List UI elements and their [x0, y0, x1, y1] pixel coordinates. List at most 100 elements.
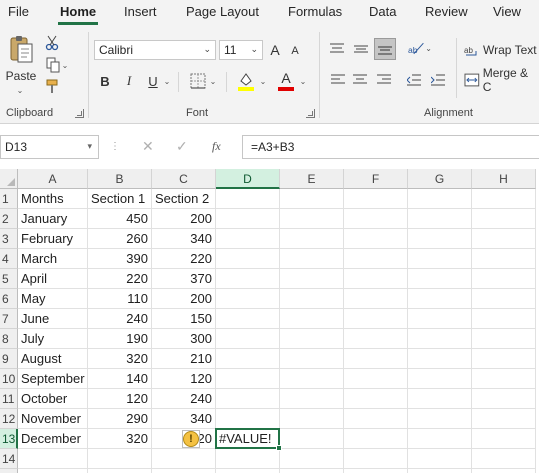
column-header-c[interactable]: C: [152, 169, 216, 189]
chevron-down-icon[interactable]: ⌄: [208, 74, 218, 88]
column-header-b[interactable]: B: [88, 169, 152, 189]
row-header-12[interactable]: 12: [0, 409, 18, 429]
cell-c11[interactable]: 240: [152, 389, 216, 409]
cell-e14[interactable]: [280, 449, 344, 469]
cell-b10[interactable]: 140: [88, 369, 152, 389]
cell-a10[interactable]: September: [18, 369, 88, 389]
tab-formulas[interactable]: Formulas: [288, 4, 342, 19]
row-header-2[interactable]: 2: [0, 209, 18, 229]
cell-d13[interactable]: #VALUE!: [216, 429, 280, 449]
cell-f8[interactable]: [344, 329, 408, 349]
clipboard-launcher-icon[interactable]: [75, 109, 84, 118]
cell-g6[interactable]: [408, 289, 472, 309]
row-header-7[interactable]: 7: [0, 309, 18, 329]
cell-b14[interactable]: [88, 449, 152, 469]
cell-e3[interactable]: [280, 229, 344, 249]
cell-h1[interactable]: [472, 189, 536, 209]
cell-d7[interactable]: [216, 309, 280, 329]
tab-file[interactable]: File: [8, 4, 29, 19]
cell-g2[interactable]: [408, 209, 472, 229]
font-launcher-icon[interactable]: [306, 109, 315, 118]
cell-a13[interactable]: December: [18, 429, 88, 449]
cell-h10[interactable]: [472, 369, 536, 389]
cell-a15[interactable]: [18, 469, 88, 473]
borders-icon[interactable]: [188, 72, 208, 90]
cell-a12[interactable]: November: [18, 409, 88, 429]
column-header-e[interactable]: E: [280, 169, 344, 189]
row-header-3[interactable]: 3: [0, 229, 18, 249]
paste-icon[interactable]: [4, 32, 38, 68]
cell-f6[interactable]: [344, 289, 408, 309]
cell-a2[interactable]: January: [18, 209, 88, 229]
cell-f5[interactable]: [344, 269, 408, 289]
cell-h14[interactable]: [472, 449, 536, 469]
cell-b12[interactable]: 290: [88, 409, 152, 429]
cell-f7[interactable]: [344, 309, 408, 329]
chevron-down-icon[interactable]: ⌄: [162, 74, 172, 88]
cell-e10[interactable]: [280, 369, 344, 389]
format-painter-icon[interactable]: [44, 78, 60, 96]
row-header-5[interactable]: 5: [0, 269, 18, 289]
cell-b11[interactable]: 120: [88, 389, 152, 409]
cell-a9[interactable]: August: [18, 349, 88, 369]
cell-f9[interactable]: [344, 349, 408, 369]
align-right-icon[interactable]: [376, 72, 392, 88]
cell-g7[interactable]: [408, 309, 472, 329]
tab-page-layout[interactable]: Page Layout: [186, 4, 259, 19]
select-all-button[interactable]: [0, 169, 18, 189]
align-bottom-icon[interactable]: [374, 38, 396, 60]
cell-e9[interactable]: [280, 349, 344, 369]
cell-h3[interactable]: [472, 229, 536, 249]
cell-h5[interactable]: [472, 269, 536, 289]
underline-button[interactable]: U: [146, 72, 160, 90]
worksheet-grid[interactable]: A B C D E F G H 1 Months Section 1 Section 2 2 Januar…: [0, 169, 539, 473]
cell-h2[interactable]: [472, 209, 536, 229]
cell-d4[interactable]: [216, 249, 280, 269]
paste-button[interactable]: Paste: [6, 69, 37, 83]
copy-icon[interactable]: ⌄: [44, 56, 70, 74]
cell-d15[interactable]: [216, 469, 280, 473]
cell-f3[interactable]: [344, 229, 408, 249]
cell-d6[interactable]: [216, 289, 280, 309]
cell-h4[interactable]: [472, 249, 536, 269]
decrease-indent-icon[interactable]: [406, 72, 422, 88]
cell-f12[interactable]: [344, 409, 408, 429]
cell-g15[interactable]: [408, 469, 472, 473]
cut-icon[interactable]: [44, 34, 60, 52]
cell-d8[interactable]: [216, 329, 280, 349]
cell-h13[interactable]: [472, 429, 536, 449]
cell-c7[interactable]: 150: [152, 309, 216, 329]
cell-g1[interactable]: [408, 189, 472, 209]
fill-handle[interactable]: [276, 445, 282, 451]
font-size-select[interactable]: 11 ⌄: [219, 40, 263, 60]
row-header-8[interactable]: 8: [0, 329, 18, 349]
cell-c10[interactable]: 120: [152, 369, 216, 389]
cell-g9[interactable]: [408, 349, 472, 369]
tab-insert[interactable]: Insert: [124, 4, 157, 19]
cell-b13[interactable]: 320: [88, 429, 152, 449]
column-header-a[interactable]: A: [18, 169, 88, 189]
increase-indent-icon[interactable]: [430, 72, 446, 88]
cell-a3[interactable]: February: [18, 229, 88, 249]
wrap-text-button[interactable]: ab Wrap Text: [464, 40, 539, 60]
align-top-icon[interactable]: [328, 40, 346, 58]
enter-icon[interactable]: ✓: [176, 138, 188, 155]
cell-d10[interactable]: [216, 369, 280, 389]
cell-e13[interactable]: [280, 429, 344, 449]
tab-home[interactable]: Home: [60, 4, 96, 19]
cell-g8[interactable]: [408, 329, 472, 349]
cell-d3[interactable]: [216, 229, 280, 249]
cell-e11[interactable]: [280, 389, 344, 409]
italic-button[interactable]: I: [122, 72, 136, 90]
row-header-11[interactable]: 11: [0, 389, 18, 409]
row-header-4[interactable]: 4: [0, 249, 18, 269]
row-header-9[interactable]: 9: [0, 349, 18, 369]
cell-b5[interactable]: 220: [88, 269, 152, 289]
tab-review[interactable]: Review: [425, 4, 468, 19]
cell-g3[interactable]: [408, 229, 472, 249]
cell-d12[interactable]: [216, 409, 280, 429]
cell-g10[interactable]: [408, 369, 472, 389]
cell-g11[interactable]: [408, 389, 472, 409]
cell-d1[interactable]: [216, 189, 280, 209]
font-name-select[interactable]: Calibri ⌄: [94, 40, 216, 60]
